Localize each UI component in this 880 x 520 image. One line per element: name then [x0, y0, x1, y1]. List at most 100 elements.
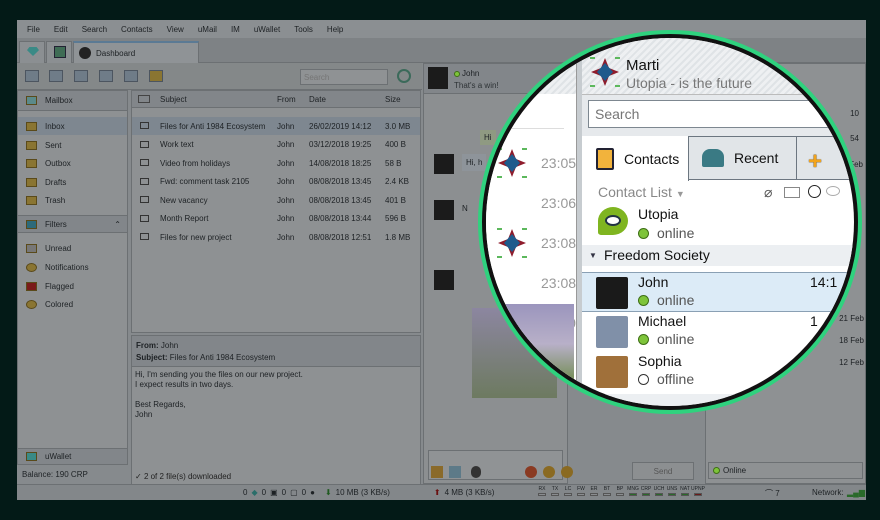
mail-date: 08/08/2018 12:51: [309, 232, 372, 242]
sender-avatar: [496, 147, 528, 179]
contact-status: offline: [657, 371, 695, 387]
preview-line: [135, 390, 417, 400]
indicator-upnp: UPNP: [691, 486, 705, 496]
emoji-neutral-icon[interactable]: [561, 466, 573, 478]
menu-im[interactable]: IM: [231, 25, 240, 34]
mail-size: 401 B: [385, 195, 406, 205]
tab-dashboard[interactable]: Dashboard: [73, 41, 199, 63]
filter-flagged[interactable]: Flagged: [18, 277, 127, 295]
emoji-sad-icon[interactable]: [543, 466, 555, 478]
tab-contacts[interactable]: Contacts: [582, 136, 689, 181]
uwallet-header[interactable]: uWallet: [17, 448, 128, 465]
menu-help[interactable]: Help: [327, 25, 343, 34]
mail-row[interactable]: Fwd: comment task 2105 John 08/08/2018 1…: [132, 173, 420, 191]
tab-dashboard-label: Dashboard: [96, 49, 136, 58]
contact-avatar: [434, 200, 454, 220]
palette-icon: [26, 299, 37, 309]
add-contact-icon[interactable]: +: [808, 148, 822, 176]
mail-search-input[interactable]: [300, 69, 388, 85]
upload-icon[interactable]: [431, 466, 443, 478]
col-date[interactable]: Date: [309, 95, 326, 104]
microphone-icon[interactable]: [471, 466, 481, 478]
group-freedom-society[interactable]: ▼ Freedom Society: [582, 245, 854, 266]
hide-offline-icon[interactable]: ⌀: [764, 184, 772, 201]
upload-speed: 4 MB (3 KB/s): [444, 488, 495, 497]
megaphone-icon[interactable]: [449, 466, 461, 478]
mail-row[interactable]: Work text John 03/12/2018 19:25 400 B: [132, 136, 420, 154]
reply-all-icon[interactable]: [74, 70, 88, 82]
mailbox-header[interactable]: Mailbox: [18, 91, 127, 111]
online-dot: [713, 467, 720, 474]
contact-john[interactable]: John online 14:1: [582, 272, 854, 312]
folder-drafts[interactable]: Drafts: [18, 173, 127, 191]
folder-outbox[interactable]: Outbox: [18, 154, 127, 172]
send-button[interactable]: Send: [632, 462, 694, 480]
mail-row[interactable]: New vacancy John 08/08/2018 13:45 401 B: [132, 191, 420, 209]
mail-row[interactable]: Files for new project John 08/08/2018 12…: [132, 228, 420, 246]
tab-recent[interactable]: Recent: [690, 136, 797, 180]
folder-label: Sent: [45, 140, 62, 150]
contact-sophia[interactable]: Sophia offline: [582, 352, 854, 392]
delete-icon[interactable]: [124, 70, 138, 82]
emoji-angry-icon[interactable]: [525, 466, 537, 478]
filter-notifications[interactable]: Notifications: [18, 258, 127, 276]
contact-michael[interactable]: Michael online 1: [582, 312, 854, 352]
clock-icon[interactable]: [808, 185, 821, 198]
preview-line: Best Regards,: [135, 400, 186, 409]
menu-umail[interactable]: uMail: [198, 25, 217, 34]
folder-trash[interactable]: Trash: [18, 191, 127, 209]
mailbox-icon: [26, 96, 37, 105]
caret-down-icon: ▼: [589, 251, 597, 260]
user-avatar[interactable]: [589, 56, 621, 88]
status-selector[interactable]: Online: [708, 462, 863, 479]
address-book-icon[interactable]: [149, 70, 163, 82]
filter-label: Notifications: [45, 262, 89, 272]
filter-colored[interactable]: Colored: [18, 295, 127, 313]
reply-icon[interactable]: [49, 70, 63, 82]
list-view-icon[interactable]: [784, 187, 800, 198]
col-from[interactable]: From: [277, 95, 296, 104]
preview-subject: Files for Anti 1984 Ecosystem: [169, 353, 276, 362]
col-size[interactable]: Size: [385, 95, 401, 104]
menu-tools[interactable]: Tools: [294, 25, 313, 34]
envelope-icon: [140, 122, 149, 129]
contact-name: John: [638, 274, 669, 290]
col-subject[interactable]: Subject: [160, 95, 187, 104]
filters-header[interactable]: Filters ⌃: [18, 215, 127, 233]
filter-unread[interactable]: Unread: [18, 239, 127, 257]
folder-sent[interactable]: Sent: [18, 136, 127, 154]
menu-uwallet[interactable]: uWallet: [254, 25, 280, 34]
menu-view[interactable]: View: [167, 25, 184, 34]
contact-list-dropdown[interactable]: Contact List ▼: [598, 184, 685, 200]
tab-wallet[interactable]: [19, 41, 45, 63]
mail-row[interactable]: Video from holidays John 14/08/2018 18:2…: [132, 154, 420, 172]
contact-last-time: 1: [810, 313, 818, 329]
indicator-led: [642, 493, 650, 496]
contact-search-input[interactable]: [588, 100, 854, 128]
collapse-icon[interactable]: ⌃: [114, 220, 121, 229]
compose-icon[interactable]: [25, 70, 39, 82]
terminal-icon: [54, 46, 66, 58]
folder-icon: [26, 195, 37, 205]
forward-icon[interactable]: [99, 70, 113, 82]
menu-file[interactable]: File: [27, 25, 40, 34]
advanced-search-icon[interactable]: [397, 69, 411, 83]
mail-row[interactable]: Month Report John 08/08/2018 13:44 596 B: [132, 210, 420, 228]
eye-icon[interactable]: [826, 186, 840, 196]
mail-row[interactable]: Files for Anti 1984 Ecosystem John 26/02…: [132, 117, 420, 135]
chat-bubble: Hi, h: [462, 154, 487, 171]
chat-actions: [429, 464, 573, 480]
folder-inbox[interactable]: Inbox: [18, 117, 127, 135]
menu-edit[interactable]: Edit: [54, 25, 68, 34]
unread-icon: [26, 243, 37, 253]
shared-image[interactable]: [486, 304, 574, 404]
mail-subject: Fwd: comment task 2105: [160, 177, 250, 186]
menu-contacts[interactable]: Contacts: [121, 25, 153, 34]
mail-from: John: [277, 158, 295, 168]
tab-terminal[interactable]: [46, 41, 72, 63]
magnifier-lens: 23:0523:0623:0823:0823:09 Marti Utopia -…: [478, 30, 862, 414]
menu-search[interactable]: Search: [82, 25, 107, 34]
download-status-text: 2 of 2 file(s) downloaded: [143, 472, 232, 481]
message-time: 23:06: [541, 195, 577, 211]
mail-size: 2.4 KB: [385, 177, 410, 186]
